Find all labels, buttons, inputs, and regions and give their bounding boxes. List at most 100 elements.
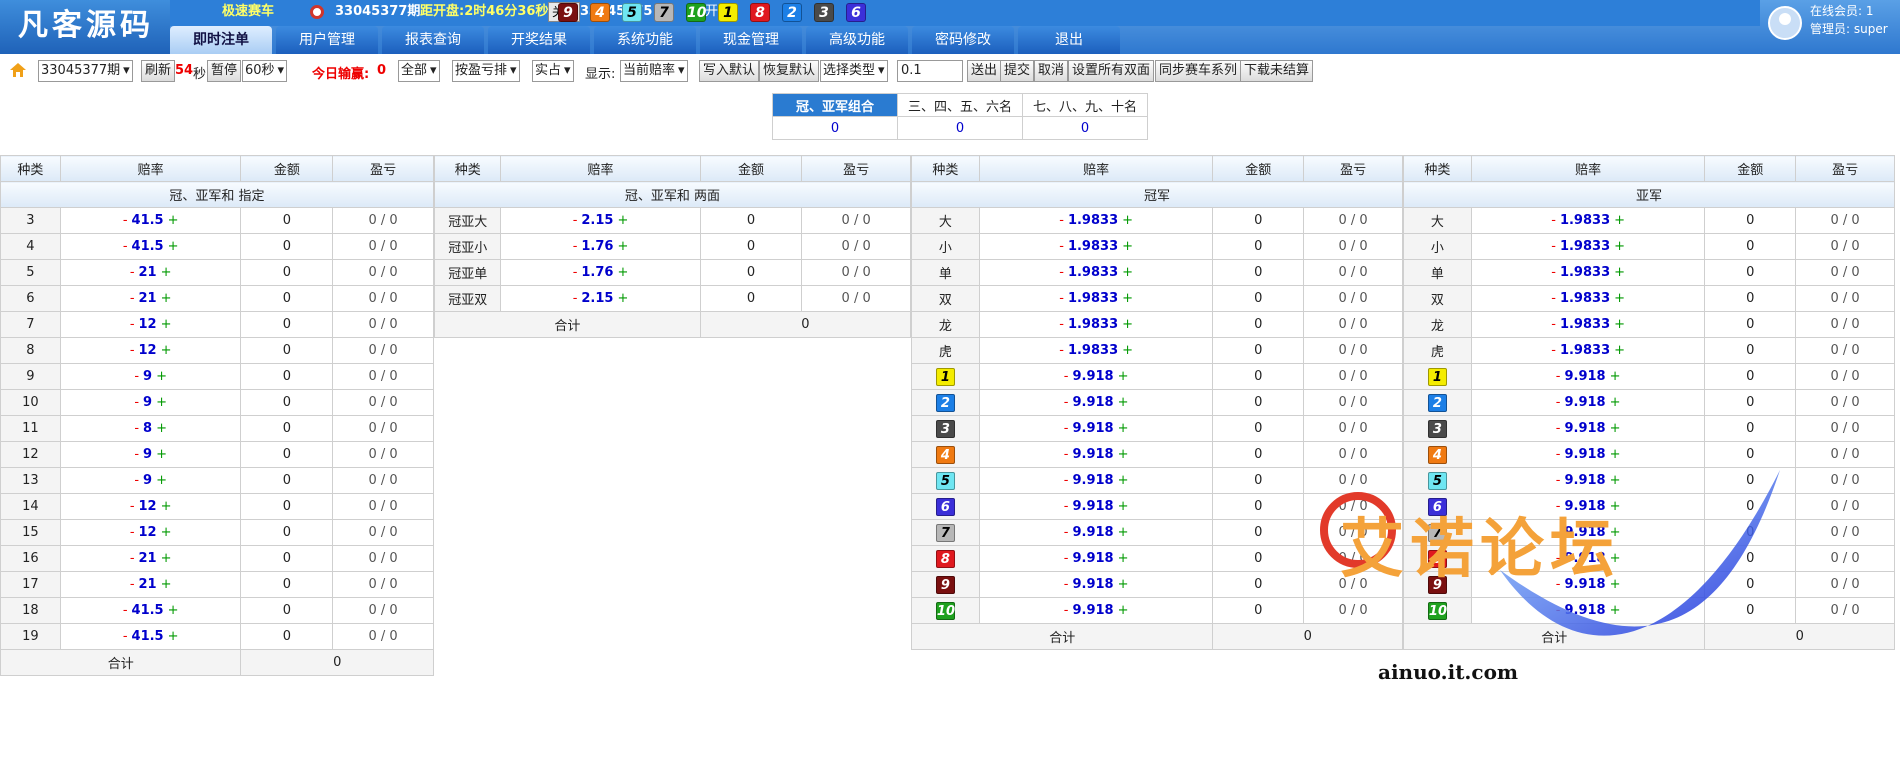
odds-increase-button[interactable]: + [1614, 213, 1625, 228]
odds-decrease-button[interactable]: - [123, 239, 128, 254]
nav-tab[interactable]: 即时注单 [170, 26, 272, 54]
odds-decrease-button[interactable]: - [1551, 213, 1556, 228]
odds-decrease-button[interactable]: - [1551, 291, 1556, 306]
cancel-button[interactable]: 取消 [1034, 60, 1069, 82]
set-all-double-button[interactable]: 设置所有双面 [1068, 60, 1155, 82]
odds-value[interactable]: 9.918 [1072, 577, 1113, 592]
odds-increase-button[interactable]: + [1614, 317, 1625, 332]
odds-increase-button[interactable]: + [1614, 265, 1625, 280]
restore-default-button[interactable]: 恢复默认 [759, 60, 820, 82]
odds-decrease-button[interactable]: - [130, 317, 135, 332]
odds-increase-button[interactable]: + [617, 213, 628, 228]
odds-decrease-button[interactable]: - [1556, 421, 1561, 436]
odds-increase-button[interactable]: + [1122, 343, 1133, 358]
odds-increase-button[interactable]: + [1610, 421, 1621, 436]
odds-value[interactable]: 41.5 [132, 239, 164, 254]
odds-value[interactable]: 1.9833 [1560, 239, 1610, 254]
nav-tab[interactable]: 现金管理 [700, 26, 802, 54]
issue-select[interactable]: 33045377期 [38, 60, 133, 82]
write-default-button[interactable]: 写入默认 [699, 60, 760, 82]
filter-select[interactable]: 全部 [398, 60, 440, 82]
odds-decrease-button[interactable]: - [130, 291, 135, 306]
nav-tab[interactable]: 报表查询 [382, 26, 484, 54]
odds-increase-button[interactable]: + [156, 421, 167, 436]
odds-value[interactable]: 9 [143, 447, 152, 462]
odds-value[interactable]: 1.9833 [1068, 265, 1118, 280]
odds-value[interactable]: 9 [143, 473, 152, 488]
odds-value[interactable]: 2.15 [581, 213, 613, 228]
odds-increase-button[interactable]: + [1122, 317, 1133, 332]
odds-decrease-button[interactable]: - [1556, 447, 1561, 462]
odds-increase-button[interactable]: + [1118, 603, 1129, 618]
odds-decrease-button[interactable]: - [1064, 369, 1069, 384]
odds-decrease-button[interactable]: - [1064, 499, 1069, 514]
odds-increase-button[interactable]: + [1122, 239, 1133, 254]
download-unsettled-button[interactable]: 下载未结算 [1240, 60, 1314, 82]
odds-mode-select[interactable]: 当前赔率 [620, 60, 688, 82]
odds-decrease-button[interactable]: - [573, 291, 578, 306]
odds-decrease-button[interactable]: - [130, 343, 135, 358]
odds-increase-button[interactable]: + [1610, 369, 1621, 384]
odds-decrease-button[interactable]: - [573, 213, 578, 228]
odds-increase-button[interactable]: + [161, 291, 172, 306]
odds-decrease-button[interactable]: - [123, 629, 128, 644]
odds-decrease-button[interactable]: - [134, 473, 139, 488]
odds-value[interactable]: 12 [139, 525, 157, 540]
nav-tab[interactable]: 用户管理 [276, 26, 378, 54]
odds-value[interactable]: 1.9833 [1560, 343, 1610, 358]
odds-increase-button[interactable]: + [168, 629, 179, 644]
odds-decrease-button[interactable]: - [1064, 551, 1069, 566]
odds-value[interactable]: 9.918 [1072, 499, 1113, 514]
odds-value[interactable]: 1.9833 [1560, 291, 1610, 306]
odds-value[interactable]: 21 [139, 291, 157, 306]
odds-value[interactable]: 9.918 [1072, 551, 1113, 566]
odds-decrease-button[interactable]: - [1551, 239, 1556, 254]
odds-increase-button[interactable]: + [1118, 369, 1129, 384]
odds-decrease-button[interactable]: - [1556, 369, 1561, 384]
odds-value[interactable]: 41.5 [132, 629, 164, 644]
sort-select[interactable]: 按盈亏排 [452, 60, 520, 82]
odds-increase-button[interactable]: + [1118, 525, 1129, 540]
odds-decrease-button[interactable]: - [1551, 317, 1556, 332]
odds-value[interactable]: 41.5 [132, 603, 164, 618]
combo-tab-2[interactable]: 三、四、五、六名 [897, 93, 1023, 117]
odds-increase-button[interactable]: + [1610, 395, 1621, 410]
odds-increase-button[interactable]: + [1118, 447, 1129, 462]
step-input[interactable]: 0.1 [897, 60, 963, 82]
odds-increase-button[interactable]: + [617, 265, 628, 280]
odds-value[interactable]: 12 [139, 317, 157, 332]
odds-increase-button[interactable]: + [161, 525, 172, 540]
odds-decrease-button[interactable]: - [573, 265, 578, 280]
odds-increase-button[interactable]: + [1614, 343, 1625, 358]
odds-value[interactable]: 9.918 [1072, 421, 1113, 436]
combo-tab-1[interactable]: 冠、亚军组合 [772, 93, 898, 117]
odds-value[interactable]: 1.9833 [1560, 317, 1610, 332]
odds-value[interactable]: 1.76 [581, 265, 613, 280]
odds-value[interactable]: 9.918 [1072, 473, 1113, 488]
odds-value[interactable]: 1.9833 [1068, 317, 1118, 332]
odds-decrease-button[interactable]: - [134, 369, 139, 384]
odds-decrease-button[interactable]: - [1059, 291, 1064, 306]
odds-increase-button[interactable]: + [168, 603, 179, 618]
odds-value[interactable]: 12 [139, 499, 157, 514]
nav-tab[interactable]: 退出 [1018, 26, 1120, 54]
odds-value[interactable]: 12 [139, 343, 157, 358]
nav-tab[interactable]: 开奖结果 [488, 26, 590, 54]
odds-value[interactable]: 2.15 [581, 291, 613, 306]
odds-decrease-button[interactable]: - [130, 525, 135, 540]
odds-decrease-button[interactable]: - [134, 447, 139, 462]
combo-tab-3[interactable]: 七、八、九、十名 [1022, 93, 1148, 117]
odds-decrease-button[interactable]: - [1059, 213, 1064, 228]
odds-increase-button[interactable]: + [161, 317, 172, 332]
odds-increase-button[interactable]: + [1122, 213, 1133, 228]
odds-value[interactable]: 9 [143, 369, 152, 384]
odds-increase-button[interactable]: + [617, 239, 628, 254]
submit-button[interactable]: 提交 [1000, 60, 1035, 82]
odds-decrease-button[interactable]: - [1551, 343, 1556, 358]
odds-decrease-button[interactable]: - [1064, 473, 1069, 488]
odds-increase-button[interactable]: + [168, 213, 179, 228]
odds-decrease-button[interactable]: - [1064, 525, 1069, 540]
odds-value[interactable]: 9.918 [1072, 603, 1113, 618]
nav-tab[interactable]: 高级功能 [806, 26, 908, 54]
home-icon[interactable] [10, 63, 26, 77]
